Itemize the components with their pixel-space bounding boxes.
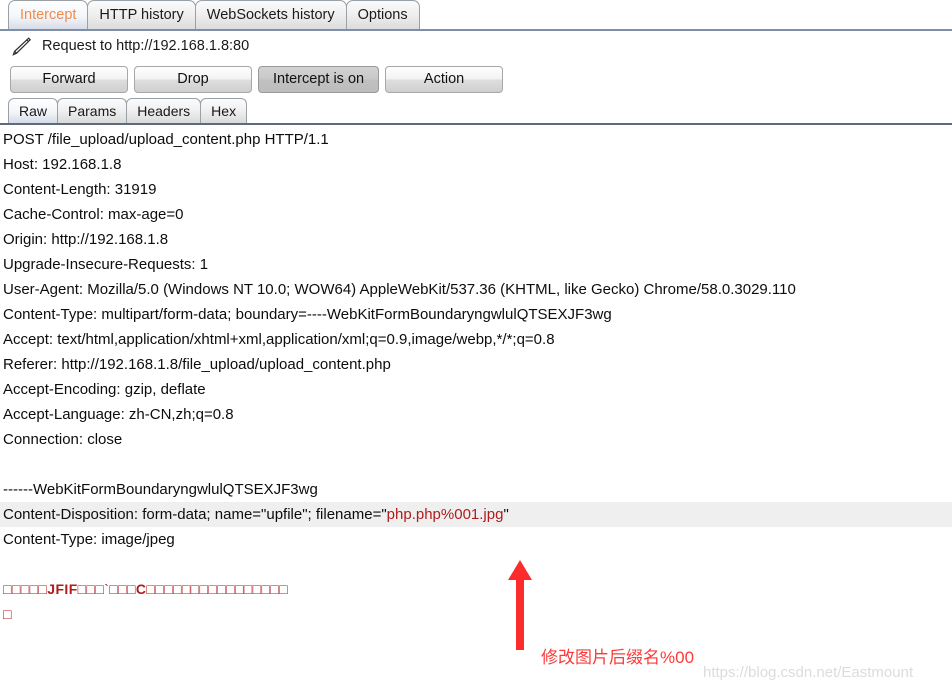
jfif-marker: JFIF <box>47 581 78 597</box>
header-line-content-type: Content-Type: multipart/form-data; bound… <box>3 306 612 323</box>
binary-payload-line-1: □□□□□JFIF□□□`□□□C□□□□□□□□□□□□□□□□ <box>0 577 952 602</box>
forward-button[interactable]: Forward <box>10 65 128 93</box>
header-line-origin: Origin: http://192.168.1.8 <box>3 231 169 248</box>
watermark-text: https://blog.csdn.net/Eastmount <box>703 664 914 681</box>
header-line-accept-encoding: Accept-Encoding: gzip, deflate <box>3 381 206 398</box>
content-disposition-line: Content-Disposition: form-data; name="up… <box>0 502 952 527</box>
header-line-content-length: Content-Length: 31919 <box>3 181 157 198</box>
header-line-upgrade-insecure-requests: Upgrade-Insecure-Requests: 1 <box>3 256 209 273</box>
subtab-headers-label: Headers <box>137 103 191 119</box>
drop-button[interactable]: Drop <box>134 65 252 93</box>
raw-request-editor[interactable]: POST /file_upload/upload_content.php HTT… <box>0 125 952 665</box>
subtab-raw[interactable]: Raw <box>8 98 59 123</box>
intercept-action-bar: Forward Drop Intercept is on Action <box>0 60 952 98</box>
intercept-toggle-label: Intercept is on <box>273 71 365 87</box>
part-content-type-line: Content-Type: image/jpeg <box>3 531 175 548</box>
upload-filename-value: php.php%001.jpg <box>386 506 504 523</box>
header-line-referer: Referer: http://192.168.1.8/file_upload/… <box>3 356 391 373</box>
header-line-user-agent: User-Agent: Mozilla/5.0 (Windows NT 10.0… <box>3 281 796 298</box>
request-header-bar: Request to http://192.168.1.8:80 <box>0 31 952 60</box>
forward-button-label: Forward <box>42 71 96 87</box>
action-button[interactable]: Action <box>385 65 504 93</box>
drop-button-label: Drop <box>177 71 209 87</box>
request-target-label: Request to http://192.168.1.8:80 <box>42 37 250 54</box>
tab-websockets-history[interactable]: WebSockets history <box>194 0 347 29</box>
subtab-hex-label: Hex <box>211 103 237 119</box>
header-line-accept: Accept: text/html,application/xhtml+xml,… <box>3 331 555 348</box>
tab-http-history-label: HTTP history <box>99 7 184 23</box>
tab-intercept-label: Intercept <box>20 7 77 23</box>
header-line-connection: Connection: close <box>3 431 123 448</box>
header-line-host: Host: 192.168.1.8 <box>3 156 122 173</box>
header-line-cache-control: Cache-Control: max-age=0 <box>3 206 184 223</box>
tab-intercept[interactable]: Intercept <box>8 0 89 29</box>
binary-suffix-glyphs: □□□□□□□□□□□□□□□□ <box>146 581 289 597</box>
subtab-headers[interactable]: Headers <box>126 98 202 123</box>
main-tab-bar: Intercept HTTP history WebSockets histor… <box>0 0 952 31</box>
header-line-accept-language: Accept-Language: zh-CN,zh;q=0.8 <box>3 406 234 423</box>
pencil-icon <box>10 36 32 56</box>
binary-c-marker: C <box>135 581 147 597</box>
intercept-toggle-button[interactable]: Intercept is on <box>258 65 380 93</box>
message-view-tab-bar: Raw Params Headers Hex <box>0 98 952 125</box>
binary-middle-glyphs: □□□`□□□ <box>77 581 136 597</box>
tab-options[interactable]: Options <box>345 0 420 29</box>
binary-payload-line-2: □ <box>3 606 12 622</box>
subtab-hex[interactable]: Hex <box>200 98 248 123</box>
subtab-params[interactable]: Params <box>57 98 128 123</box>
request-line: POST /file_upload/upload_content.php HTT… <box>3 131 329 148</box>
annotation-text: 修改图片后缀名%00 <box>541 648 695 667</box>
binary-prefix-glyphs: □□□□□ <box>3 581 48 597</box>
subtab-raw-label: Raw <box>19 103 48 119</box>
tab-options-label: Options <box>357 7 408 23</box>
tab-websockets-history-label: WebSockets history <box>206 7 335 23</box>
annotation-arrow <box>503 560 537 650</box>
multipart-boundary-line: ------WebKitFormBoundaryngwlulQTSEXJF3wg <box>3 481 318 498</box>
tab-http-history[interactable]: HTTP history <box>87 0 196 29</box>
subtab-params-label: Params <box>68 103 117 119</box>
content-disposition-prefix: Content-Disposition: form-data; name="up… <box>3 506 387 523</box>
content-disposition-suffix: " <box>503 506 509 523</box>
action-button-label: Action <box>423 71 465 87</box>
